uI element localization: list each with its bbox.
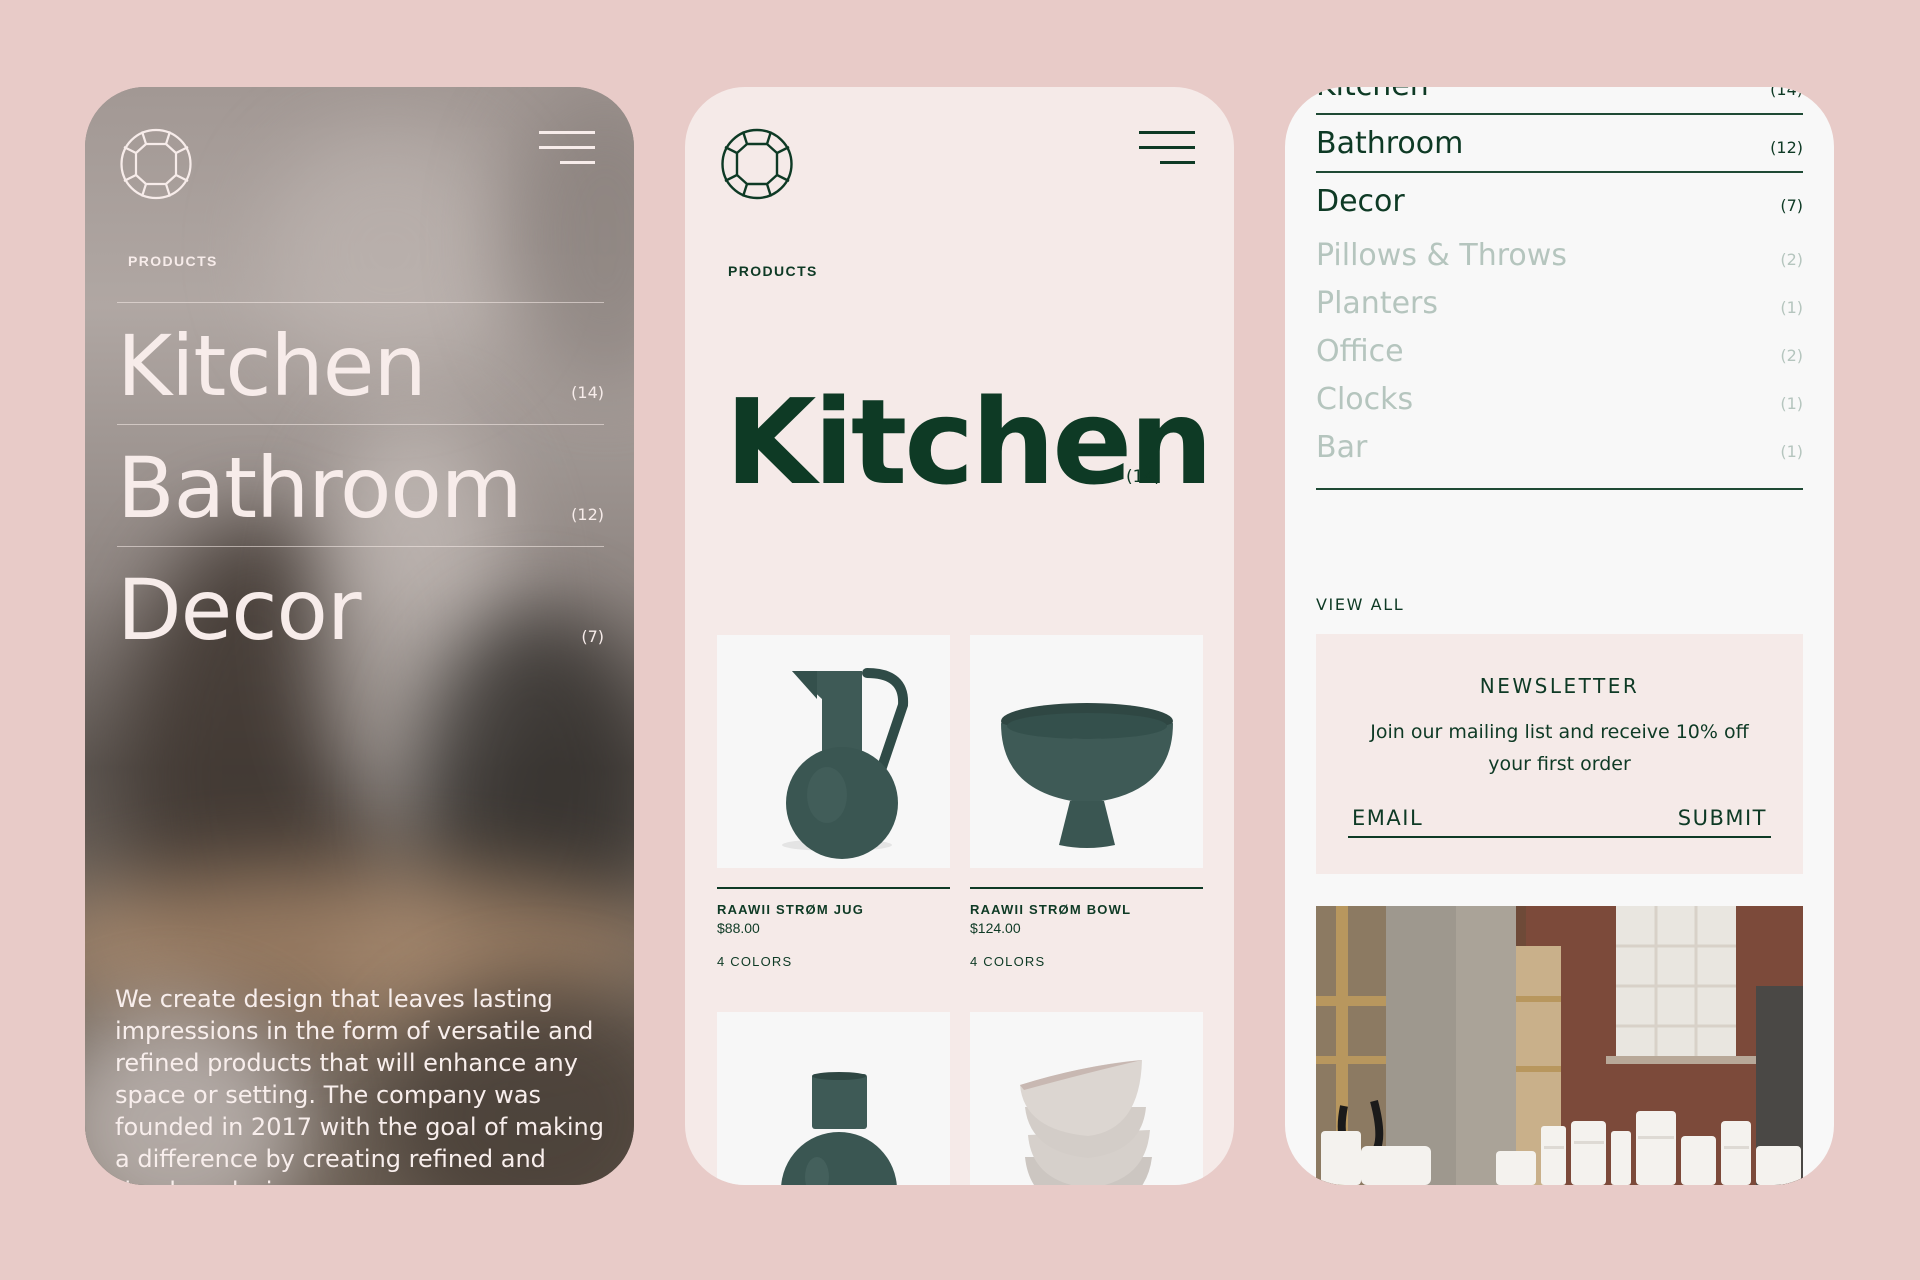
submit-button[interactable]: SUBMIT [1678, 806, 1767, 830]
newsletter-section: NEWSLETTER Join our mailing list and rec… [1316, 634, 1803, 874]
menu-item-kitchen[interactable]: Kitchen (14) [117, 302, 604, 424]
subcategory-label: Planters [1316, 286, 1439, 321]
product-name[interactable]: RAAWII STRØM BOWL [970, 902, 1131, 917]
product-divider [970, 887, 1203, 889]
category-count: (7) [1780, 196, 1803, 215]
menu-item-decor[interactable]: Decor (7) [117, 546, 604, 668]
product-image-stacked-bowls[interactable] [970, 1012, 1203, 1185]
jug-image [782, 668, 909, 859]
subcategory-label: Pillows & Throws [1316, 238, 1567, 273]
section-eyebrow: PRODUCTS [728, 263, 818, 279]
newsletter-form: SUBMIT [1348, 802, 1771, 838]
vase-image [781, 1072, 897, 1185]
divider [1316, 113, 1803, 115]
subcategory-item-planters[interactable]: Planters (1) [1316, 283, 1803, 323]
menu-item-label: Kitchen [117, 317, 427, 415]
subcategory-count: (2) [1780, 346, 1803, 365]
product-name[interactable]: RAAWII STRØM JUG [717, 902, 864, 917]
category-label: Bathroom [1316, 126, 1464, 161]
category-item-decor[interactable]: Decor (7) [1316, 181, 1803, 221]
gem-icon [120, 128, 192, 200]
section-eyebrow: PRODUCTS [128, 253, 218, 269]
category-label: Kitchen [1316, 87, 1429, 101]
menu-item-label: Bathroom [117, 439, 523, 537]
product-colors[interactable]: 4 COLORS [970, 954, 1045, 969]
newsletter-title: NEWSLETTER [1479, 674, 1640, 698]
logo[interactable] [119, 128, 193, 200]
subcategory-count: (1) [1780, 298, 1803, 317]
ceramics-workshop-photo [1316, 906, 1803, 1185]
subcategory-count: (2) [1780, 250, 1803, 269]
menu-item-label: Decor [117, 561, 361, 659]
subcategory-item-office[interactable]: Office (2) [1316, 331, 1803, 371]
gem-icon [721, 128, 793, 200]
subcategory-count: (1) [1780, 394, 1803, 413]
category-list-screen: Kitchen (14) Bathroom (12) Decor (7) Pil… [1285, 87, 1834, 1185]
category-page-screen: PRODUCTS Kitchen (14) RAAWII STRØM JUG $… [685, 87, 1234, 1185]
subcategory-label: Bar [1316, 430, 1368, 465]
menu-item-count: (12) [571, 505, 604, 524]
product-count: (14) [1126, 467, 1161, 487]
product-image-bowl[interactable] [970, 635, 1203, 868]
menu-overlay-screen: PRODUCTS Kitchen (14) Bathroom (12) Deco… [85, 87, 634, 1185]
category-count: (14) [1770, 87, 1803, 99]
subcategory-item-bar[interactable]: Bar (1) [1316, 427, 1803, 467]
about-paragraph: We create design that leaves lasting imp… [115, 985, 604, 1185]
email-input[interactable] [1352, 806, 1602, 830]
menu-item-count: (7) [581, 627, 604, 646]
newsletter-description: Join our mailing list and receive 10% of… [1370, 721, 1749, 775]
category-count: (12) [1770, 138, 1803, 157]
stacked-bowls-image [1020, 1060, 1152, 1185]
subcategory-item-pillows-throws[interactable]: Pillows & Throws (2) [1316, 235, 1803, 275]
hamburger-menu-icon[interactable] [1139, 131, 1195, 165]
menu-item-count: (14) [571, 383, 604, 402]
subcategory-item-clocks[interactable]: Clocks (1) [1316, 379, 1803, 419]
hamburger-menu-icon[interactable] [539, 131, 595, 165]
subcategory-count: (1) [1780, 442, 1803, 461]
subcategory-label: Clocks [1316, 382, 1414, 417]
product-price: $88.00 [717, 920, 760, 936]
category-item-bathroom[interactable]: Bathroom (12) [1316, 123, 1803, 163]
category-item-kitchen[interactable]: Kitchen (14) [1316, 87, 1803, 105]
view-all-link[interactable]: VIEW ALL [1316, 595, 1404, 614]
category-label: Decor [1316, 184, 1405, 219]
divider [1316, 488, 1803, 490]
product-price: $124.00 [970, 920, 1021, 936]
bowl-image [1001, 703, 1173, 848]
subcategory-label: Office [1316, 334, 1404, 369]
divider [1316, 171, 1803, 173]
product-image-vase[interactable] [717, 1012, 950, 1185]
product-divider [717, 887, 950, 889]
logo[interactable] [720, 128, 794, 200]
product-image-jug[interactable] [717, 635, 950, 868]
product-colors[interactable]: 4 COLORS [717, 954, 792, 969]
menu-item-bathroom[interactable]: Bathroom (12) [117, 424, 604, 546]
